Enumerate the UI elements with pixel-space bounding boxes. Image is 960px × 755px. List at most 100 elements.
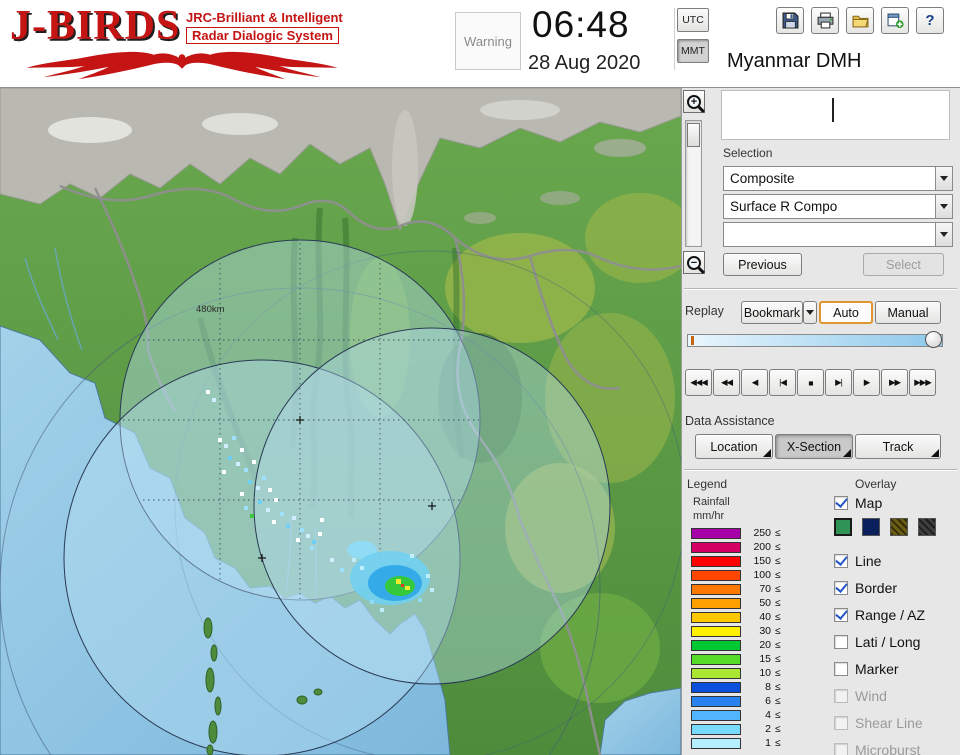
combo-value: Composite bbox=[723, 166, 936, 191]
fast-forward-button[interactable]: ▶▶ bbox=[881, 369, 908, 396]
replay-timeline-slider[interactable] bbox=[687, 334, 943, 347]
legend-color-swatch bbox=[691, 682, 741, 693]
legend-operator: ≤ bbox=[775, 696, 781, 707]
legend-color-swatch bbox=[691, 738, 741, 749]
play-button[interactable]: ▶ bbox=[853, 369, 880, 396]
legend-value: 250 bbox=[753, 527, 771, 539]
step-back-button[interactable]: |◀ bbox=[769, 369, 796, 396]
overlay-item-label: Wind bbox=[855, 688, 887, 704]
overlay-item-label: Map bbox=[855, 495, 883, 511]
map-style-swatches bbox=[834, 518, 936, 536]
checkbox[interactable] bbox=[834, 608, 848, 622]
replay-label: Replay bbox=[685, 304, 724, 318]
manual-replay-button[interactable]: Manual bbox=[875, 301, 941, 324]
fast-rewind-button[interactable]: ◀◀◀ bbox=[685, 369, 712, 396]
combo-dropdown-button[interactable] bbox=[936, 194, 953, 219]
product-combo-1[interactable]: Composite bbox=[723, 166, 953, 191]
save-icon bbox=[782, 12, 798, 29]
overlay-item-label: Border bbox=[855, 580, 898, 596]
legend-label: Legend bbox=[687, 477, 728, 491]
checkbox[interactable] bbox=[834, 581, 848, 595]
legend-value: 1 bbox=[765, 737, 771, 749]
legend-operator: ≤ bbox=[775, 570, 781, 581]
print-button[interactable] bbox=[811, 7, 839, 34]
skip-forward-button[interactable]: ▶▶▶ bbox=[909, 369, 936, 396]
track-button[interactable]: Track bbox=[855, 434, 941, 459]
product-combo-2[interactable]: Surface R Compo bbox=[723, 194, 953, 219]
rewind-button[interactable]: ◀◀ bbox=[713, 369, 740, 396]
logo-subtitle-line1: JRC-Brilliant & Intelligent bbox=[186, 10, 343, 25]
legend-color-swatch bbox=[691, 668, 741, 679]
map-style-swatch-dark[interactable] bbox=[862, 518, 880, 536]
station-input[interactable] bbox=[721, 90, 950, 140]
map-style-swatch-olive[interactable] bbox=[890, 518, 908, 536]
overlay-item-line[interactable]: Line bbox=[834, 551, 881, 571]
stop-button[interactable]: ■ bbox=[797, 369, 824, 396]
previous-button[interactable]: Previous bbox=[723, 253, 802, 276]
product-combo-3[interactable] bbox=[723, 222, 953, 247]
checkbox bbox=[834, 689, 848, 703]
utc-button[interactable]: UTC bbox=[677, 8, 709, 32]
legend-operator: ≤ bbox=[775, 682, 781, 693]
clock-time: 06:48 bbox=[532, 4, 630, 45]
print-icon bbox=[817, 12, 833, 29]
bookmark-button[interactable]: Bookmark bbox=[741, 301, 803, 324]
export-button[interactable] bbox=[881, 7, 909, 34]
combo-dropdown-button[interactable] bbox=[936, 222, 953, 247]
control-sidebar: + − Selection Composite Surface R Compo … bbox=[681, 88, 960, 755]
replay-slider-thumb[interactable] bbox=[925, 331, 942, 348]
legend-operator: ≤ bbox=[775, 612, 781, 623]
legend-color-swatch bbox=[691, 542, 741, 553]
x-section-button[interactable]: X-Section bbox=[775, 434, 853, 459]
play-reverse-button[interactable]: ◀ bbox=[741, 369, 768, 396]
legend-color-swatch bbox=[691, 640, 741, 651]
bookmark-dropdown-button[interactable] bbox=[803, 301, 817, 324]
warning-indicator[interactable]: Warning bbox=[455, 12, 521, 70]
legend-operator: ≤ bbox=[775, 668, 781, 679]
map-style-swatch-terrain[interactable] bbox=[834, 518, 852, 536]
button-label: Track bbox=[882, 439, 914, 454]
zoom-slider[interactable] bbox=[685, 120, 702, 247]
checkbox[interactable] bbox=[834, 635, 848, 649]
legend-operator: ≤ bbox=[775, 710, 781, 721]
overlay-item-range-az[interactable]: Range / AZ bbox=[834, 605, 925, 625]
logo-subtitle-line2: Radar Dialogic System bbox=[186, 27, 339, 44]
export-icon bbox=[887, 13, 904, 29]
overlay-item-marker[interactable]: Marker bbox=[834, 659, 899, 679]
checkbox bbox=[834, 716, 848, 730]
zoom-in-button[interactable]: + bbox=[683, 90, 705, 113]
overlay-item-label: Lati / Long bbox=[855, 634, 921, 650]
checkbox[interactable] bbox=[834, 662, 848, 676]
zoom-slider-thumb[interactable] bbox=[687, 123, 700, 147]
legend-color-swatch bbox=[691, 556, 741, 567]
map-style-swatch-gray[interactable] bbox=[918, 518, 936, 536]
checkbox[interactable] bbox=[834, 554, 848, 568]
overlay-item-map[interactable]: Map bbox=[834, 493, 882, 513]
auto-replay-button[interactable]: Auto bbox=[819, 301, 873, 324]
mmt-button[interactable]: MMT bbox=[677, 39, 709, 63]
combo-dropdown-button[interactable] bbox=[936, 166, 953, 191]
location-button[interactable]: Location bbox=[695, 434, 773, 459]
legend-operator: ≤ bbox=[775, 542, 781, 553]
zoom-out-button[interactable]: − bbox=[683, 251, 705, 274]
overlay-item-border[interactable]: Border bbox=[834, 578, 897, 598]
checkbox[interactable] bbox=[834, 496, 848, 510]
radar-map-view[interactable]: 480km bbox=[0, 87, 695, 755]
legend-value: 2 bbox=[765, 723, 771, 735]
combo-value bbox=[723, 222, 936, 247]
warning-label: Warning bbox=[464, 33, 512, 49]
save-button[interactable] bbox=[776, 7, 804, 34]
open-folder-button[interactable] bbox=[846, 7, 874, 34]
jbirds-app: J-BIRDS JRC-Brilliant & Intelligent Rada… bbox=[0, 0, 960, 755]
combo-value: Surface R Compo bbox=[723, 194, 936, 219]
text-caret bbox=[832, 98, 834, 122]
select-button[interactable]: Select bbox=[863, 253, 944, 276]
help-button[interactable]: ? bbox=[916, 7, 944, 34]
corner-triangle-icon bbox=[843, 449, 851, 457]
legend-color-swatch bbox=[691, 724, 741, 735]
step-forward-button[interactable]: ▶| bbox=[825, 369, 852, 396]
legend-value: 15 bbox=[759, 653, 771, 665]
chevron-down-icon bbox=[806, 310, 814, 315]
overlay-item-lati-long[interactable]: Lati / Long bbox=[834, 632, 920, 652]
legend-value: 10 bbox=[759, 667, 771, 679]
